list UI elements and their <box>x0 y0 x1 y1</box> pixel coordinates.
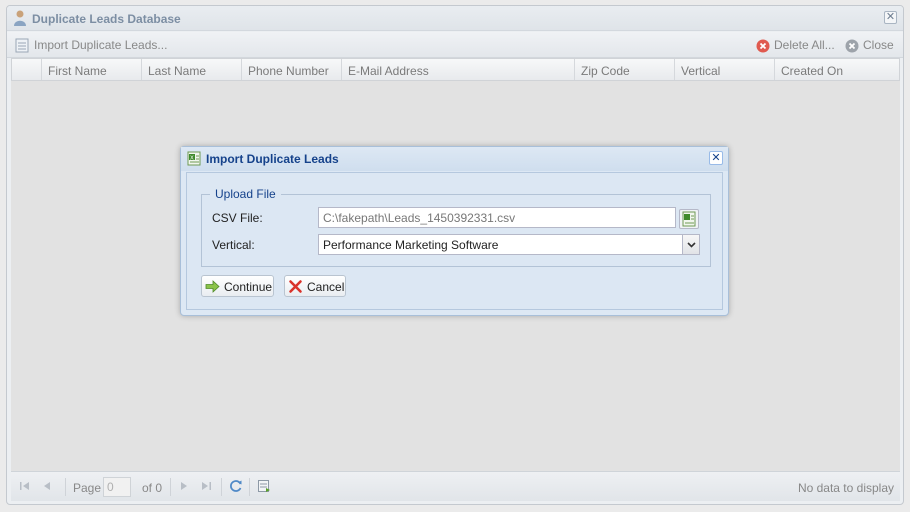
window-header: Duplicate Leads Database ✕ <box>7 6 903 31</box>
upload-file-fieldset: Upload File CSV File: C:\fakepath\Leads_… <box>201 187 711 267</box>
import-button[interactable]: Import Duplicate Leads... <box>15 38 167 53</box>
dialog-close-icon[interactable]: ✕ <box>709 151 723 165</box>
grid-header: First Name Last Name Phone Number E-Mail… <box>11 58 900 81</box>
column-created-on[interactable]: Created On <box>774 59 899 80</box>
first-page-icon[interactable] <box>19 480 31 492</box>
dialog-body: Upload File CSV File: C:\fakepath\Leads_… <box>186 172 723 310</box>
page-number-input[interactable]: 0 <box>103 477 131 497</box>
page-label: Page <box>73 481 102 495</box>
delete-all-label: Delete All... <box>774 38 835 52</box>
continue-button-label: Continue <box>224 280 273 294</box>
csv-file-field[interactable]: C:\fakepath\Leads_1450392331.csv <box>318 207 676 228</box>
vertical-select[interactable]: Performance Marketing Software <box>318 234 700 255</box>
pager-status: No data to display <box>797 481 894 495</box>
arrow-right-icon <box>205 280 220 293</box>
user-icon <box>14 10 26 26</box>
column-vertical[interactable]: Vertical <box>674 59 774 80</box>
column-first-name[interactable]: First Name <box>41 59 141 80</box>
refresh-icon[interactable] <box>229 479 243 493</box>
close-button[interactable]: Close <box>845 38 894 53</box>
last-page-icon[interactable] <box>200 480 212 492</box>
delete-all-button[interactable]: Delete All... <box>756 38 835 53</box>
pager-separator <box>170 478 171 496</box>
previous-page-icon[interactable] <box>41 480 53 492</box>
fieldset-legend: Upload File <box>210 187 281 201</box>
browse-button[interactable] <box>679 209 699 229</box>
import-dialog: X Import Duplicate Leads ✕ Upload File C… <box>180 146 729 316</box>
chevron-down-icon[interactable] <box>682 235 699 254</box>
dialog-title: Import Duplicate Leads <box>206 152 339 166</box>
pager-separator <box>221 478 222 496</box>
delete-icon <box>756 39 770 53</box>
column-email-address[interactable]: E-Mail Address <box>341 59 574 80</box>
cancel-button[interactable]: Cancel <box>284 275 346 297</box>
cancel-x-icon <box>289 280 302 293</box>
page-count-label: of 0 <box>142 481 163 495</box>
pager-separator <box>249 478 250 496</box>
spreadsheet-icon: X <box>187 151 201 166</box>
export-icon[interactable] <box>257 479 271 493</box>
window-title: Duplicate Leads Database <box>32 12 181 26</box>
vertical-select-value: Performance Marketing Software <box>323 238 499 252</box>
next-page-icon[interactable] <box>178 480 190 492</box>
window-close-icon[interactable]: ✕ <box>884 11 897 24</box>
pager-separator <box>65 478 66 496</box>
toolbar: Import Duplicate Leads... Delete All... … <box>7 32 903 58</box>
column-last-name[interactable]: Last Name <box>141 59 241 80</box>
column-zip-code[interactable]: Zip Code <box>574 59 674 80</box>
continue-button[interactable]: Continue <box>201 275 274 297</box>
svg-text:X: X <box>190 155 194 161</box>
dialog-header: X Import Duplicate Leads ✕ <box>181 147 728 171</box>
paging-toolbar: Page 0 of 0 No data to display <box>11 471 900 501</box>
close-label: Close <box>863 38 894 52</box>
vertical-label: Vertical: <box>212 238 255 252</box>
row-numberer-column <box>12 59 41 80</box>
column-phone-number[interactable]: Phone Number <box>241 59 341 80</box>
spreadsheet-icon <box>15 38 29 53</box>
import-button-label: Import Duplicate Leads... <box>34 38 168 52</box>
close-icon <box>845 39 859 53</box>
csv-file-label: CSV File: <box>212 211 263 225</box>
cancel-button-label: Cancel <box>307 280 345 294</box>
spreadsheet-icon <box>682 211 696 227</box>
